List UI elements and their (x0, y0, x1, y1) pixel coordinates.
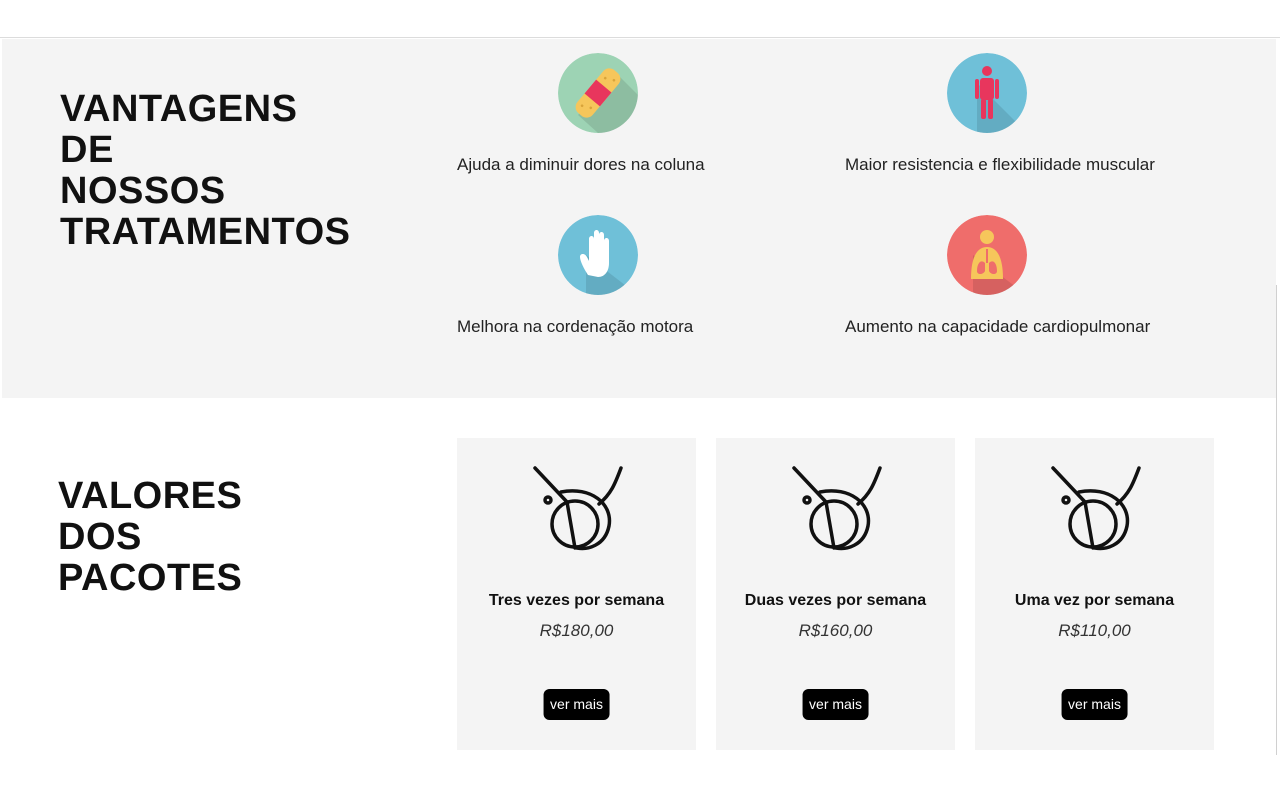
yoga-logo-icon (792, 466, 882, 551)
yoga-logo-icon (533, 466, 623, 551)
benefit-item: Ajuda a diminuir dores na coluna (457, 51, 817, 181)
lungs-icon (947, 215, 1027, 295)
benefit-item: Melhora na cordenação motora (457, 213, 817, 343)
benefit-label: Ajuda a diminuir dores na coluna (457, 155, 705, 174)
yoga-logo-icon (1051, 466, 1141, 551)
plan-name: Duas vezes por semana (744, 592, 927, 609)
pricing-card: Duas vezes por semana R$160,00 ver mais (716, 438, 955, 750)
benefit-label: Aumento na capacidade cardiopulmonar (845, 317, 1151, 336)
benefit-label: Maior resistencia e flexibilidade muscul… (845, 155, 1155, 174)
benefit-item: Aumento na capacidade cardiopulmonar (845, 213, 1225, 343)
plan-name: Uma vez por semana (1014, 592, 1175, 609)
pricing-card: Tres vezes por semana R$180,00 ver mais (457, 438, 696, 750)
pricing-title: VALORES DOS PACOTES (58, 475, 243, 599)
advantages-section: VANTAGENS DE NOSSOS TRATAMENTOS Ajuda a … (2, 39, 1276, 398)
plan-name: Tres vezes por semana (488, 592, 665, 609)
pricing-card: Uma vez por semana R$110,00 ver mais (975, 438, 1214, 750)
advantages-title: VANTAGENS DE NOSSOS TRATAMENTOS (60, 88, 351, 253)
ver-mais-button[interactable]: ver mais (802, 689, 869, 720)
person-icon (947, 53, 1027, 133)
plan-price: R$160,00 (798, 621, 873, 640)
plan-price: R$110,00 (1058, 621, 1131, 640)
ver-mais-button[interactable]: ver mais (543, 689, 610, 720)
hand-icon (558, 215, 638, 295)
top-bar (0, 0, 1280, 38)
bandage-icon (558, 53, 638, 133)
plan-price: R$180,00 (539, 621, 614, 640)
page-edge-divider (1276, 285, 1277, 755)
benefit-item: Maior resistencia e flexibilidade muscul… (845, 51, 1225, 181)
ver-mais-button[interactable]: ver mais (1061, 689, 1128, 720)
benefit-label: Melhora na cordenação motora (457, 317, 694, 336)
